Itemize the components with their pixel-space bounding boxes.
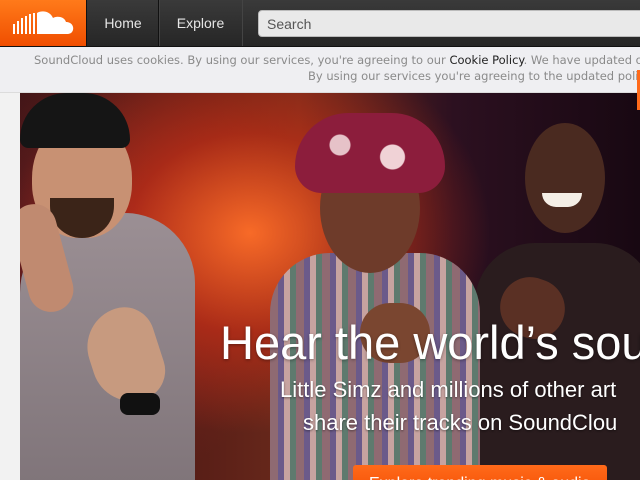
soundcloud-logo[interactable] xyxy=(0,0,86,46)
cookie-banner-line2: By using our services you're agreeing to… xyxy=(308,69,640,83)
cookie-banner: SoundCloud uses cookies. By using our se… xyxy=(0,47,640,93)
top-navigation-bar: Home Explore xyxy=(0,0,640,47)
nav-explore-link[interactable]: Explore xyxy=(158,0,243,46)
cookie-text-suffix: . We have updated o xyxy=(523,53,640,67)
hero-photo-watch xyxy=(120,393,160,415)
hero-photo-bucket-hat xyxy=(295,113,445,193)
hero-subtitle-line1: Little Simz and millions of other art xyxy=(280,377,617,402)
hero-title: Hear the world’s sou xyxy=(220,316,640,369)
cookie-banner-line1: SoundCloud uses cookies. By using our se… xyxy=(34,53,640,67)
soundcloud-cloud-icon xyxy=(13,11,74,35)
cookie-text-prefix: SoundCloud uses cookies. By using our se… xyxy=(34,53,450,67)
hero-photo-cap xyxy=(20,93,130,148)
search-input[interactable] xyxy=(258,10,640,37)
explore-trending-button[interactable]: Explore trending music & audio xyxy=(353,465,607,480)
hero-photo-head-right xyxy=(525,123,605,233)
hero-banner: Hear the world’s sou Little Simz and mil… xyxy=(20,93,640,480)
nav-home-link[interactable]: Home xyxy=(86,0,160,46)
cookie-policy-link[interactable]: Cookie Policy xyxy=(449,53,523,67)
hero-subtitle-line2: share their tracks on SoundClou xyxy=(303,410,618,435)
